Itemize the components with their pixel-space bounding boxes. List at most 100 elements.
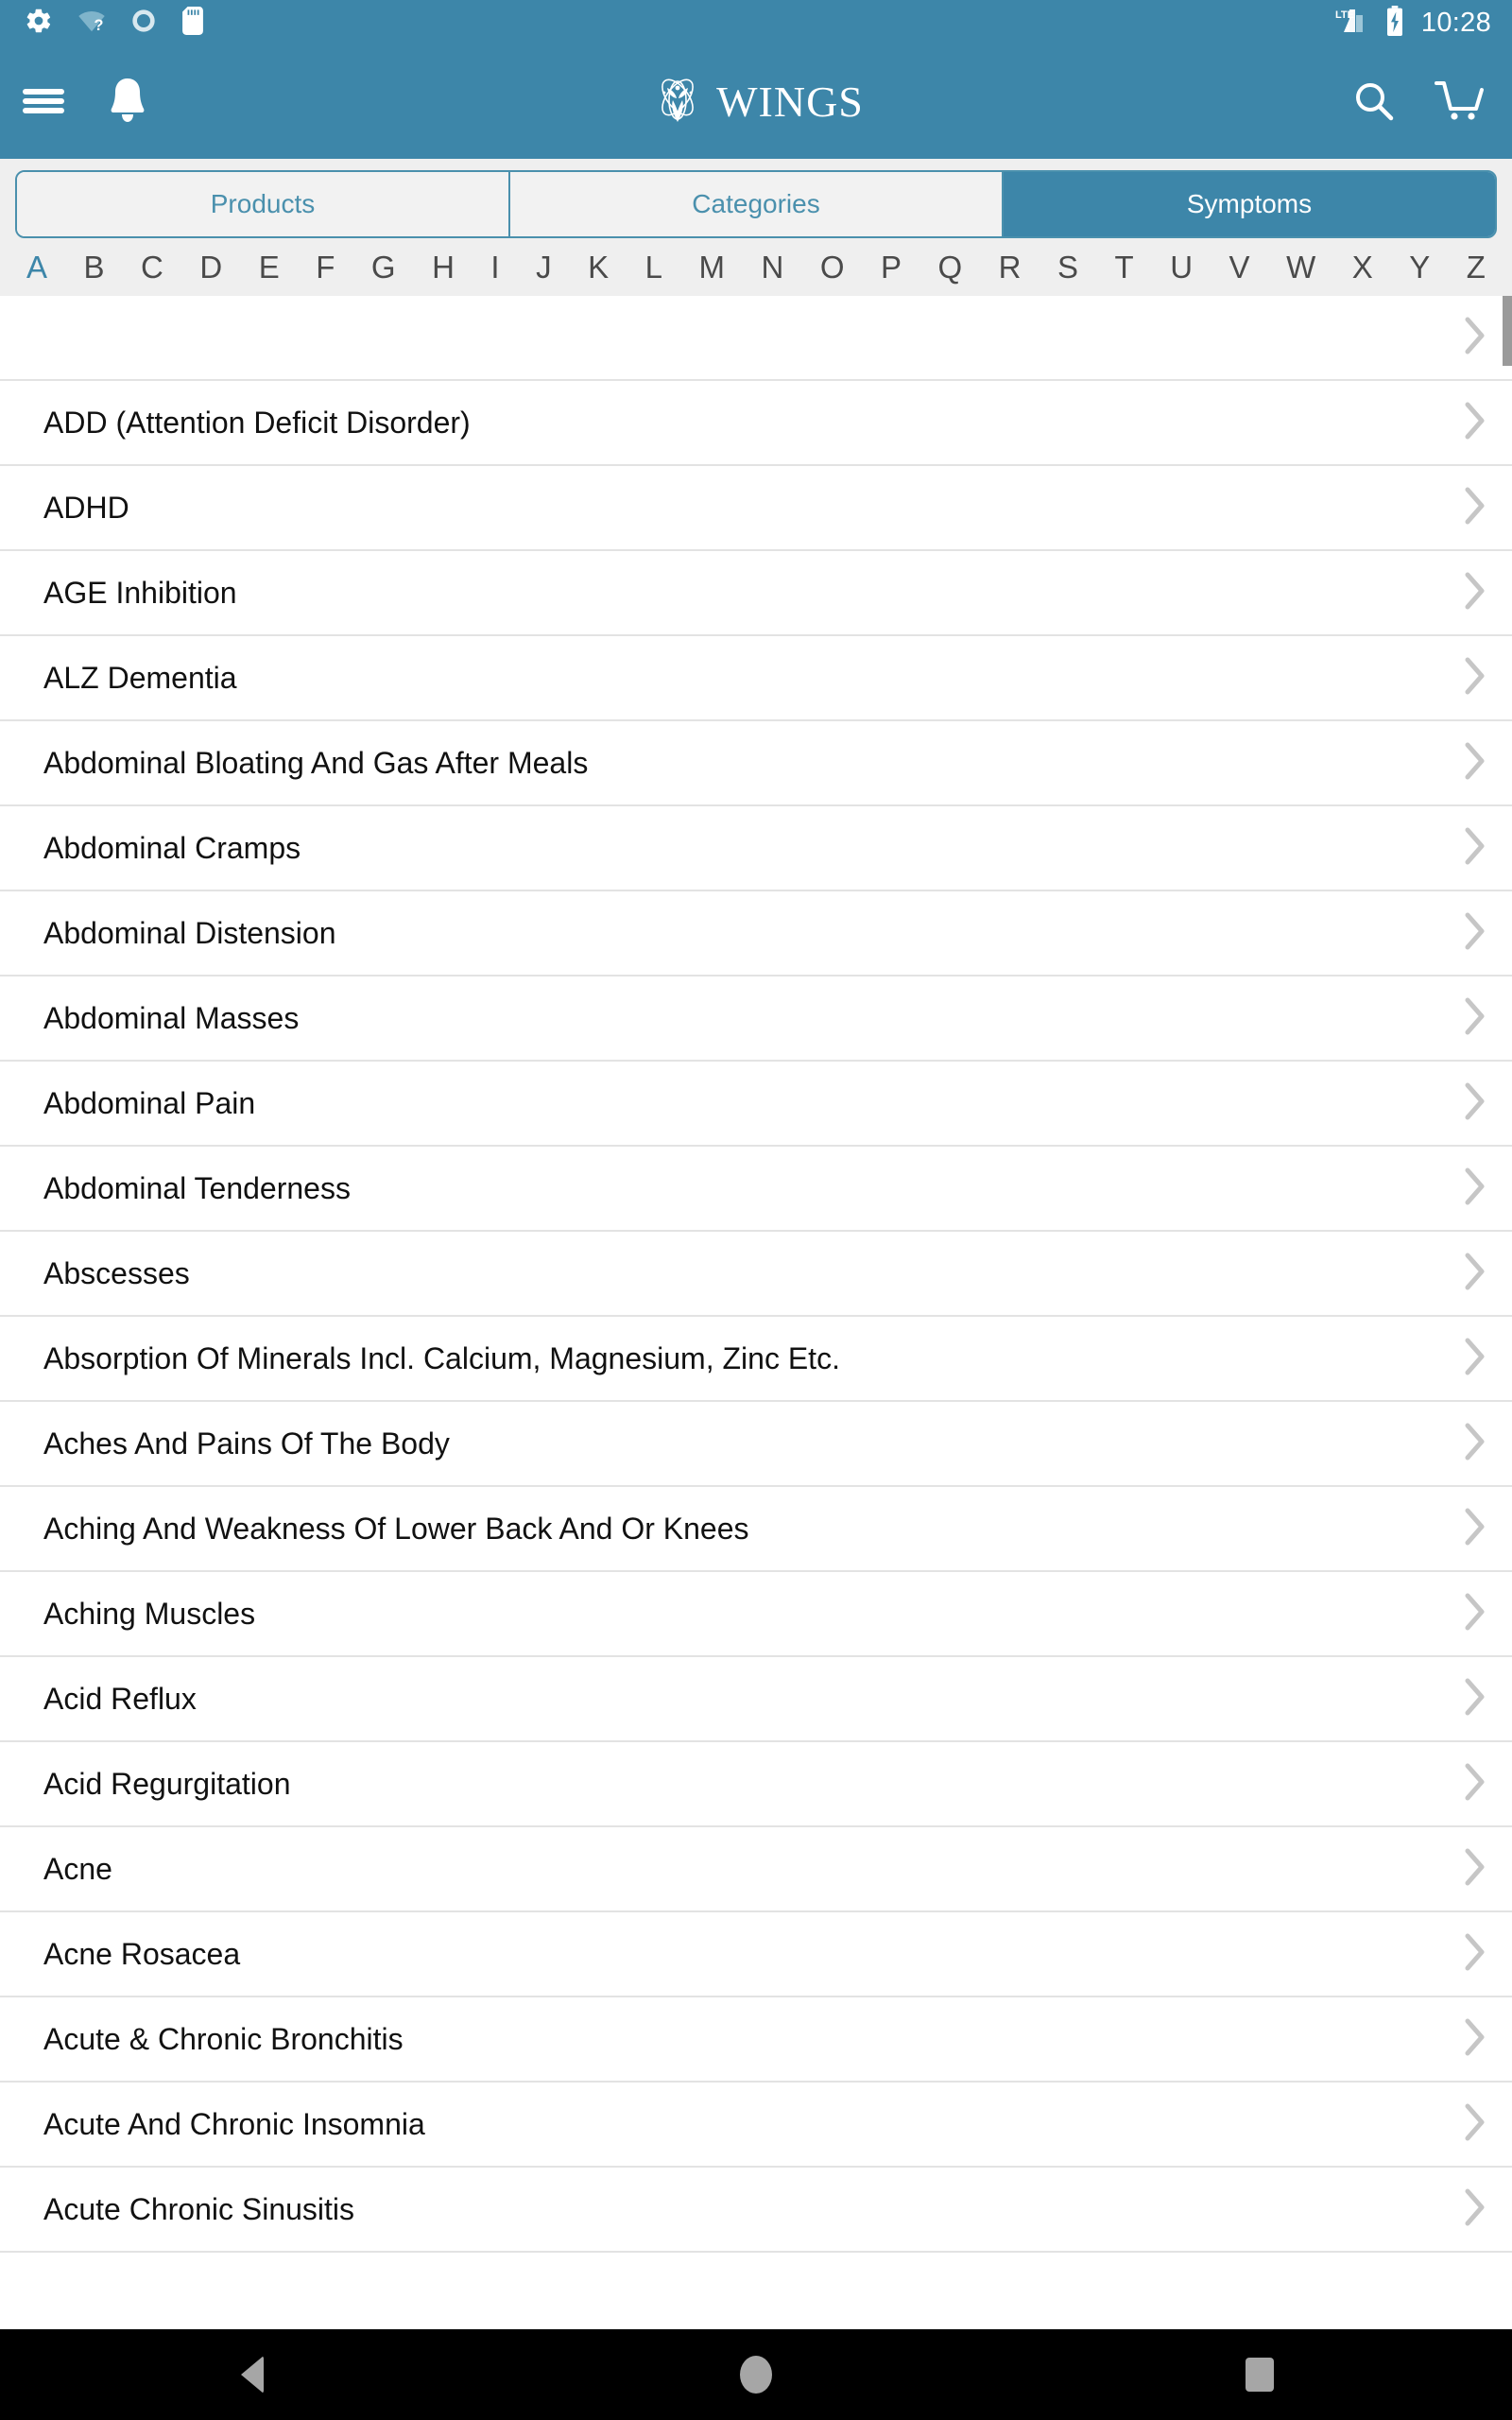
battery-charging-icon: [1385, 5, 1404, 41]
alpha-letter-x[interactable]: X: [1349, 251, 1377, 283]
list-item[interactable]: Acne Rosacea: [0, 1912, 1512, 1997]
list-item-label: ADHD: [43, 490, 129, 525]
list-item[interactable]: Abdominal Masses: [0, 977, 1512, 1062]
status-bar-left-icons: ?: [25, 6, 204, 40]
list-item[interactable]: Absorption Of Minerals Incl. Calcium, Ma…: [0, 1317, 1512, 1402]
brand-name: WINGS: [716, 78, 864, 126]
list-item[interactable]: Abdominal Bloating And Gas After Meals: [0, 721, 1512, 806]
list-item[interactable]: [0, 296, 1512, 381]
alpha-letter-s[interactable]: S: [1054, 251, 1082, 283]
chevron-right-icon: [1463, 485, 1487, 531]
chevron-right-icon: [1463, 825, 1487, 872]
tab-symptoms[interactable]: Symptoms: [1004, 172, 1495, 236]
alpha-letter-y[interactable]: Y: [1405, 251, 1434, 283]
alpha-letter-f[interactable]: F: [312, 251, 338, 283]
list-item[interactable]: Aches And Pains Of The Body: [0, 1402, 1512, 1487]
alpha-letter-n[interactable]: N: [757, 251, 787, 283]
chevron-right-icon: [1463, 2187, 1487, 2233]
chevron-right-icon: [1463, 1080, 1487, 1127]
alpha-letter-b[interactable]: B: [80, 251, 109, 283]
symptom-list-container: ADD (Attention Deficit Disorder) ADHD AGE …: [0, 296, 1512, 2329]
chevron-right-icon: [1463, 655, 1487, 701]
sync-circle-icon: [130, 8, 157, 39]
list-item[interactable]: Abdominal Pain: [0, 1062, 1512, 1147]
list-item[interactable]: ADD (Attention Deficit Disorder): [0, 381, 1512, 466]
alpha-letter-r[interactable]: R: [995, 251, 1025, 283]
tab-group: Products Categories Symptoms: [15, 170, 1497, 238]
status-bar-right-icons: LTE 10:28: [1334, 5, 1491, 41]
alpha-letter-i[interactable]: I: [487, 251, 503, 283]
list-item-label: Abdominal Pain: [43, 1085, 256, 1120]
list-item[interactable]: Acid Regurgitation: [0, 1742, 1512, 1827]
alpha-letter-e[interactable]: E: [255, 251, 284, 283]
recents-square-icon: [1246, 2358, 1275, 2392]
tab-products[interactable]: Products: [17, 172, 510, 236]
list-item-label: Aches And Pains Of The Body: [43, 1426, 450, 1461]
alpha-letter-l[interactable]: L: [642, 251, 666, 283]
alpha-letter-t[interactable]: T: [1111, 251, 1138, 283]
list-item-label: Absorption Of Minerals Incl. Calcium, Ma…: [43, 1340, 840, 1375]
chevron-right-icon: [1463, 2101, 1487, 2148]
chevron-right-icon: [1463, 1251, 1487, 1297]
alpha-letter-k[interactable]: K: [584, 251, 612, 283]
alpha-letter-m[interactable]: M: [695, 251, 729, 283]
alpha-letter-c[interactable]: C: [137, 251, 167, 283]
notification-bell-button[interactable]: [106, 77, 149, 129]
chevron-right-icon: [1463, 1591, 1487, 1637]
alpha-letter-p[interactable]: P: [877, 251, 905, 283]
lte-signal-icon: LTE: [1334, 6, 1372, 41]
alpha-letter-o[interactable]: O: [816, 251, 849, 283]
list-item-label: Aching Muscles: [43, 1596, 256, 1631]
sd-card-icon: [181, 6, 204, 40]
svg-text:?: ?: [94, 17, 104, 34]
list-item[interactable]: Abdominal Distension: [0, 891, 1512, 977]
tab-categories[interactable]: Categories: [510, 172, 1004, 236]
alpha-letter-z[interactable]: Z: [1463, 251, 1489, 283]
list-item[interactable]: Abdominal Tenderness: [0, 1147, 1512, 1232]
wifi-question-icon: ?: [77, 7, 106, 40]
list-item-label: ADD (Attention Deficit Disorder): [43, 405, 471, 440]
alpha-letter-j[interactable]: J: [532, 251, 556, 283]
chevron-right-icon: [1463, 570, 1487, 616]
list-item-label: Abdominal Tenderness: [43, 1170, 351, 1205]
list-item[interactable]: Abdominal Cramps: [0, 806, 1512, 891]
list-item[interactable]: Acne: [0, 1827, 1512, 1912]
list-item[interactable]: ALZ Dementia: [0, 636, 1512, 721]
alpha-letter-h[interactable]: H: [428, 251, 458, 283]
nav-back-button[interactable]: [158, 2329, 347, 2420]
list-item[interactable]: Acute Chronic Sinusitis: [0, 2168, 1512, 2253]
list-item-label: Acute And Chronic Insomnia: [43, 2106, 425, 2141]
chevron-right-icon: [1463, 910, 1487, 957]
list-item[interactable]: Aching And Weakness Of Lower Back And Or…: [0, 1487, 1512, 1572]
list-item[interactable]: Acute & Chronic Bronchitis: [0, 1997, 1512, 2083]
list-item[interactable]: Abscesses: [0, 1232, 1512, 1317]
search-button[interactable]: [1351, 78, 1397, 127]
nav-recents-button[interactable]: [1165, 2329, 1354, 2420]
alpha-letter-a[interactable]: A: [23, 251, 51, 283]
chevron-right-icon: [1463, 1846, 1487, 1893]
list-item[interactable]: ADHD: [0, 466, 1512, 551]
list-item[interactable]: Acid Reflux: [0, 1657, 1512, 1742]
shopping-cart-icon: [1435, 78, 1486, 127]
list-item[interactable]: AGE Inhibition: [0, 551, 1512, 636]
alpha-letter-w[interactable]: W: [1282, 251, 1319, 283]
header-right-controls: [1351, 78, 1486, 127]
alpha-letter-u[interactable]: U: [1166, 251, 1196, 283]
status-time: 10:28: [1420, 7, 1491, 38]
chevron-right-icon: [1463, 1761, 1487, 1807]
alpha-letter-d[interactable]: D: [196, 251, 226, 283]
list-item[interactable]: Aching Muscles: [0, 1572, 1512, 1657]
alpha-letter-q[interactable]: Q: [935, 251, 967, 283]
chevron-right-icon: [1463, 1506, 1487, 1552]
list-item[interactable]: Acute And Chronic Insomnia: [0, 2083, 1512, 2168]
hamburger-menu-button[interactable]: [21, 82, 66, 123]
alpha-letter-g[interactable]: G: [368, 251, 400, 283]
list-item-label: Abdominal Bloating And Gas After Meals: [43, 745, 589, 780]
chevron-right-icon: [1463, 1421, 1487, 1467]
list-item-label: Acute Chronic Sinusitis: [43, 2191, 355, 2226]
chevron-right-icon: [1463, 1166, 1487, 1212]
cart-button[interactable]: [1435, 78, 1486, 127]
alpha-letter-v[interactable]: V: [1226, 251, 1254, 283]
vertical-scrollbar-thumb[interactable]: [1503, 296, 1512, 366]
nav-home-button[interactable]: [662, 2329, 850, 2420]
